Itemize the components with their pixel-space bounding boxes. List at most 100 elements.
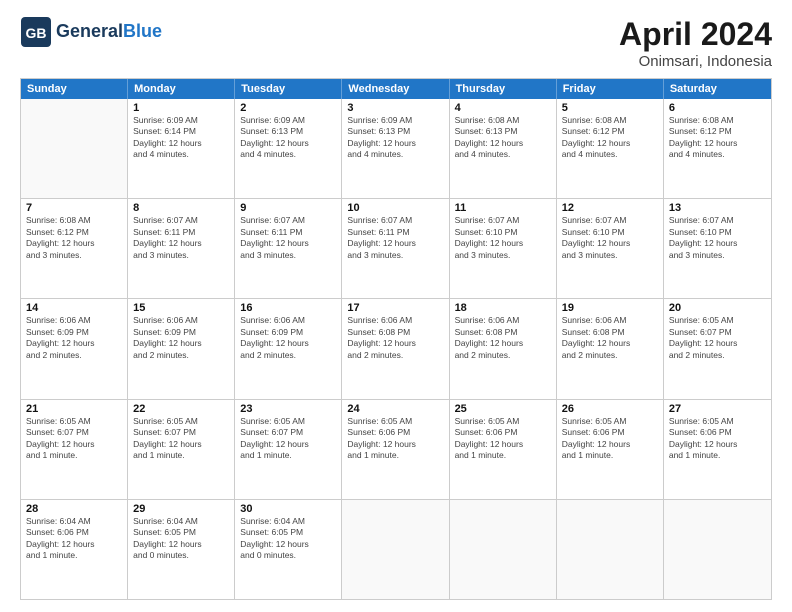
weekday-header-saturday: Saturday	[664, 79, 771, 99]
day-info: Sunrise: 6:08 AM Sunset: 6:13 PM Dayligh…	[455, 115, 551, 161]
day-number: 13	[669, 202, 766, 214]
day-info: Sunrise: 6:08 AM Sunset: 6:12 PM Dayligh…	[26, 215, 122, 261]
logo-general: General	[56, 21, 123, 41]
day-cell-1: 1Sunrise: 6:09 AM Sunset: 6:14 PM Daylig…	[128, 99, 235, 198]
day-number: 1	[133, 102, 229, 114]
calendar-header: SundayMondayTuesdayWednesdayThursdayFrid…	[21, 79, 771, 99]
day-number: 6	[669, 102, 766, 114]
logo-blue: Blue	[123, 21, 162, 41]
day-info: Sunrise: 6:09 AM Sunset: 6:13 PM Dayligh…	[240, 115, 336, 161]
day-number: 3	[347, 102, 443, 114]
day-cell-12: 12Sunrise: 6:07 AM Sunset: 6:10 PM Dayli…	[557, 199, 664, 298]
day-info: Sunrise: 6:08 AM Sunset: 6:12 PM Dayligh…	[562, 115, 658, 161]
day-info: Sunrise: 6:06 AM Sunset: 6:09 PM Dayligh…	[133, 315, 229, 361]
svg-text:GB: GB	[26, 25, 47, 41]
day-info: Sunrise: 6:06 AM Sunset: 6:09 PM Dayligh…	[26, 315, 122, 361]
weekday-header-friday: Friday	[557, 79, 664, 99]
day-info: Sunrise: 6:07 AM Sunset: 6:10 PM Dayligh…	[455, 215, 551, 261]
main-title: April 2024	[619, 16, 772, 53]
day-info: Sunrise: 6:04 AM Sunset: 6:05 PM Dayligh…	[240, 516, 336, 562]
day-cell-empty	[342, 500, 449, 599]
weekday-header-tuesday: Tuesday	[235, 79, 342, 99]
calendar: SundayMondayTuesdayWednesdayThursdayFrid…	[20, 78, 772, 600]
weekday-header-thursday: Thursday	[450, 79, 557, 99]
day-cell-18: 18Sunrise: 6:06 AM Sunset: 6:08 PM Dayli…	[450, 299, 557, 398]
day-cell-7: 7Sunrise: 6:08 AM Sunset: 6:12 PM Daylig…	[21, 199, 128, 298]
day-number: 24	[347, 403, 443, 415]
day-number: 2	[240, 102, 336, 114]
calendar-row-3: 21Sunrise: 6:05 AM Sunset: 6:07 PM Dayli…	[21, 399, 771, 499]
day-info: Sunrise: 6:05 AM Sunset: 6:07 PM Dayligh…	[26, 416, 122, 462]
day-number: 8	[133, 202, 229, 214]
day-info: Sunrise: 6:05 AM Sunset: 6:07 PM Dayligh…	[669, 315, 766, 361]
day-info: Sunrise: 6:07 AM Sunset: 6:11 PM Dayligh…	[240, 215, 336, 261]
calendar-row-0: 1Sunrise: 6:09 AM Sunset: 6:14 PM Daylig…	[21, 99, 771, 198]
day-cell-19: 19Sunrise: 6:06 AM Sunset: 6:08 PM Dayli…	[557, 299, 664, 398]
day-number: 4	[455, 102, 551, 114]
day-cell-empty	[450, 500, 557, 599]
day-cell-24: 24Sunrise: 6:05 AM Sunset: 6:06 PM Dayli…	[342, 400, 449, 499]
day-info: Sunrise: 6:09 AM Sunset: 6:13 PM Dayligh…	[347, 115, 443, 161]
day-cell-21: 21Sunrise: 6:05 AM Sunset: 6:07 PM Dayli…	[21, 400, 128, 499]
day-number: 12	[562, 202, 658, 214]
day-cell-5: 5Sunrise: 6:08 AM Sunset: 6:12 PM Daylig…	[557, 99, 664, 198]
day-info: Sunrise: 6:06 AM Sunset: 6:08 PM Dayligh…	[455, 315, 551, 361]
day-number: 30	[240, 503, 336, 515]
day-cell-empty	[557, 500, 664, 599]
day-number: 23	[240, 403, 336, 415]
day-number: 20	[669, 302, 766, 314]
day-cell-15: 15Sunrise: 6:06 AM Sunset: 6:09 PM Dayli…	[128, 299, 235, 398]
day-info: Sunrise: 6:07 AM Sunset: 6:11 PM Dayligh…	[347, 215, 443, 261]
weekday-header-monday: Monday	[128, 79, 235, 99]
calendar-body: 1Sunrise: 6:09 AM Sunset: 6:14 PM Daylig…	[21, 99, 771, 599]
day-cell-16: 16Sunrise: 6:06 AM Sunset: 6:09 PM Dayli…	[235, 299, 342, 398]
day-cell-11: 11Sunrise: 6:07 AM Sunset: 6:10 PM Dayli…	[450, 199, 557, 298]
day-info: Sunrise: 6:09 AM Sunset: 6:14 PM Dayligh…	[133, 115, 229, 161]
calendar-row-2: 14Sunrise: 6:06 AM Sunset: 6:09 PM Dayli…	[21, 298, 771, 398]
day-cell-27: 27Sunrise: 6:05 AM Sunset: 6:06 PM Dayli…	[664, 400, 771, 499]
day-info: Sunrise: 6:05 AM Sunset: 6:07 PM Dayligh…	[133, 416, 229, 462]
day-number: 14	[26, 302, 122, 314]
day-number: 17	[347, 302, 443, 314]
day-info: Sunrise: 6:07 AM Sunset: 6:10 PM Dayligh…	[669, 215, 766, 261]
day-number: 26	[562, 403, 658, 415]
day-cell-17: 17Sunrise: 6:06 AM Sunset: 6:08 PM Dayli…	[342, 299, 449, 398]
day-number: 11	[455, 202, 551, 214]
day-number: 18	[455, 302, 551, 314]
page: GB GeneralBlue April 2024 Onimsari, Indo…	[0, 0, 792, 612]
logo-icon: GB	[20, 16, 52, 48]
day-number: 10	[347, 202, 443, 214]
day-number: 25	[455, 403, 551, 415]
day-info: Sunrise: 6:08 AM Sunset: 6:12 PM Dayligh…	[669, 115, 766, 161]
header: GB GeneralBlue April 2024 Onimsari, Indo…	[20, 16, 772, 70]
day-number: 21	[26, 403, 122, 415]
day-info: Sunrise: 6:07 AM Sunset: 6:10 PM Dayligh…	[562, 215, 658, 261]
day-info: Sunrise: 6:05 AM Sunset: 6:06 PM Dayligh…	[669, 416, 766, 462]
day-info: Sunrise: 6:06 AM Sunset: 6:08 PM Dayligh…	[562, 315, 658, 361]
logo: GB GeneralBlue	[20, 16, 162, 48]
day-cell-empty	[21, 99, 128, 198]
day-info: Sunrise: 6:04 AM Sunset: 6:06 PM Dayligh…	[26, 516, 122, 562]
day-info: Sunrise: 6:04 AM Sunset: 6:05 PM Dayligh…	[133, 516, 229, 562]
day-cell-empty	[664, 500, 771, 599]
calendar-row-4: 28Sunrise: 6:04 AM Sunset: 6:06 PM Dayli…	[21, 499, 771, 599]
day-number: 9	[240, 202, 336, 214]
day-number: 22	[133, 403, 229, 415]
day-cell-4: 4Sunrise: 6:08 AM Sunset: 6:13 PM Daylig…	[450, 99, 557, 198]
weekday-header-wednesday: Wednesday	[342, 79, 449, 99]
day-cell-14: 14Sunrise: 6:06 AM Sunset: 6:09 PM Dayli…	[21, 299, 128, 398]
day-cell-26: 26Sunrise: 6:05 AM Sunset: 6:06 PM Dayli…	[557, 400, 664, 499]
day-info: Sunrise: 6:05 AM Sunset: 6:06 PM Dayligh…	[347, 416, 443, 462]
day-cell-28: 28Sunrise: 6:04 AM Sunset: 6:06 PM Dayli…	[21, 500, 128, 599]
day-cell-29: 29Sunrise: 6:04 AM Sunset: 6:05 PM Dayli…	[128, 500, 235, 599]
title-block: April 2024 Onimsari, Indonesia	[619, 16, 772, 70]
day-info: Sunrise: 6:05 AM Sunset: 6:06 PM Dayligh…	[562, 416, 658, 462]
day-number: 15	[133, 302, 229, 314]
day-cell-10: 10Sunrise: 6:07 AM Sunset: 6:11 PM Dayli…	[342, 199, 449, 298]
day-cell-9: 9Sunrise: 6:07 AM Sunset: 6:11 PM Daylig…	[235, 199, 342, 298]
day-cell-6: 6Sunrise: 6:08 AM Sunset: 6:12 PM Daylig…	[664, 99, 771, 198]
day-number: 5	[562, 102, 658, 114]
day-info: Sunrise: 6:05 AM Sunset: 6:07 PM Dayligh…	[240, 416, 336, 462]
day-cell-23: 23Sunrise: 6:05 AM Sunset: 6:07 PM Dayli…	[235, 400, 342, 499]
weekday-header-sunday: Sunday	[21, 79, 128, 99]
